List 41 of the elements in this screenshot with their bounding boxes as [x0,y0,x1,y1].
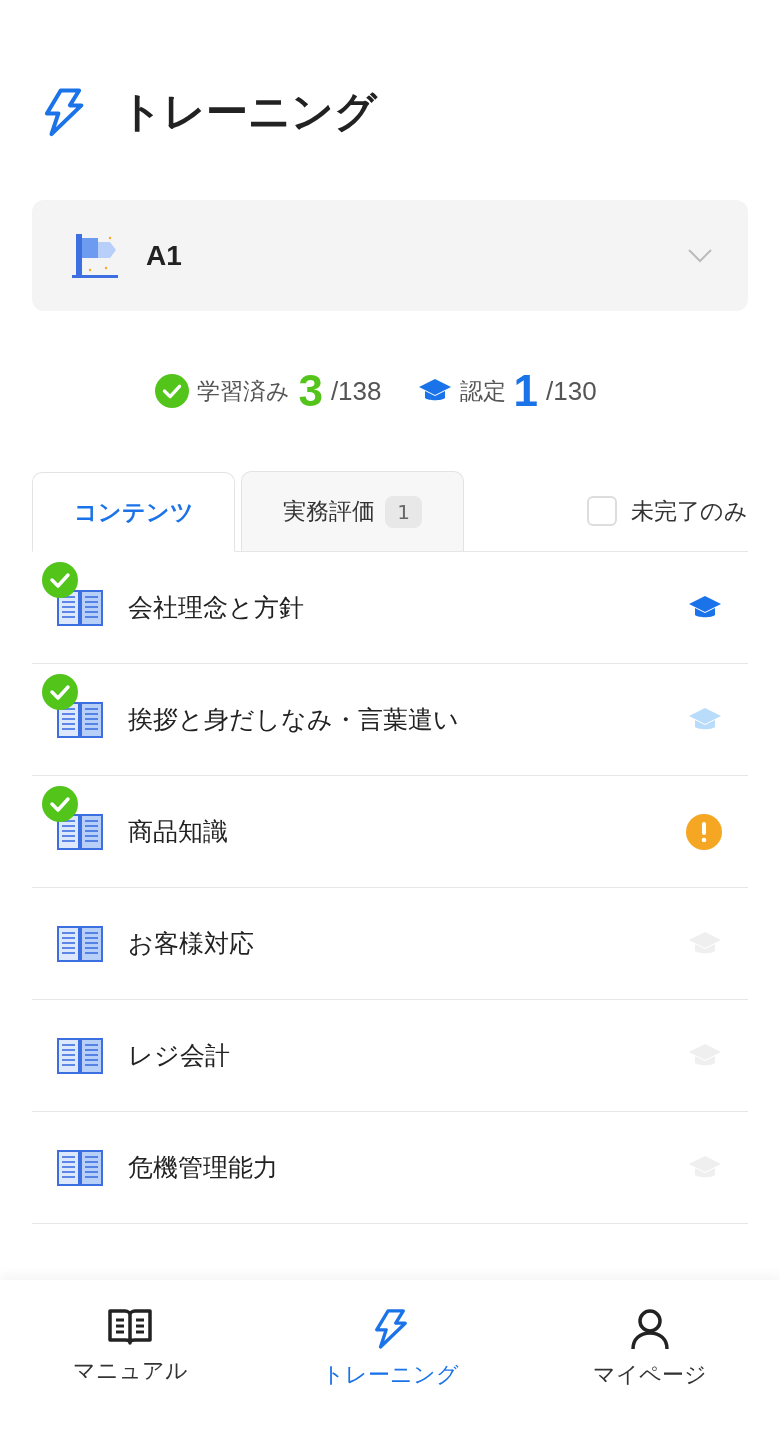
page-title: トレーニング [120,86,377,138]
warning-icon [686,813,722,850]
learned-total: /138 [330,375,382,407]
book-icon [56,811,104,852]
book-icon [56,1147,104,1188]
certified-label: 認定 [459,376,506,406]
content-row[interactable]: レジ会計 [32,1000,748,1112]
content-row[interactable]: 危機管理能力 [32,1112,748,1224]
content-title: 挨拶と身だしなみ・言葉遣い [128,704,460,736]
level-value: A1 [146,239,183,272]
content-row[interactable]: 会社理念と方針 [32,552,748,664]
book-icon [56,699,104,740]
nav-tab[interactable]: マニュアル [0,1280,260,1440]
nav-tab[interactable]: トレーニング [260,1280,520,1440]
checkbox[interactable] [587,496,617,526]
nav-tab[interactable]: マイページ [520,1280,780,1440]
tab[interactable]: 実務評価 1 [241,471,464,551]
book-icon [56,1035,104,1076]
content-title: レジ会計 [128,1040,231,1072]
content-title: お客様対応 [128,928,255,960]
filter-label: 未完了のみ [631,496,748,526]
flag-icon [70,231,120,280]
content-row[interactable]: 挨拶と身だしなみ・言葉遣い [32,664,748,776]
chevron-down-icon [688,248,712,263]
content-title: 危機管理能力 [128,1152,279,1184]
content-title: 会社理念と方針 [128,592,305,624]
certified-count: 1 [513,366,538,416]
book-icon [107,1308,153,1346]
content-title: 商品知識 [128,816,229,848]
check-circle-icon [155,374,190,408]
content-row[interactable]: 商品知識 [32,776,748,888]
content-row[interactable]: お客様対応 [32,888,748,1000]
tab[interactable]: コンテンツ [32,472,235,552]
count-badge: 1 [385,495,422,528]
book-icon [56,923,104,964]
learned-label: 学習済み [197,376,291,406]
level-selector[interactable]: A1 [32,200,748,311]
user-icon [630,1308,670,1350]
certified-total: /130 [546,375,597,407]
learned-count: 3 [298,366,323,416]
book-icon [56,587,104,628]
